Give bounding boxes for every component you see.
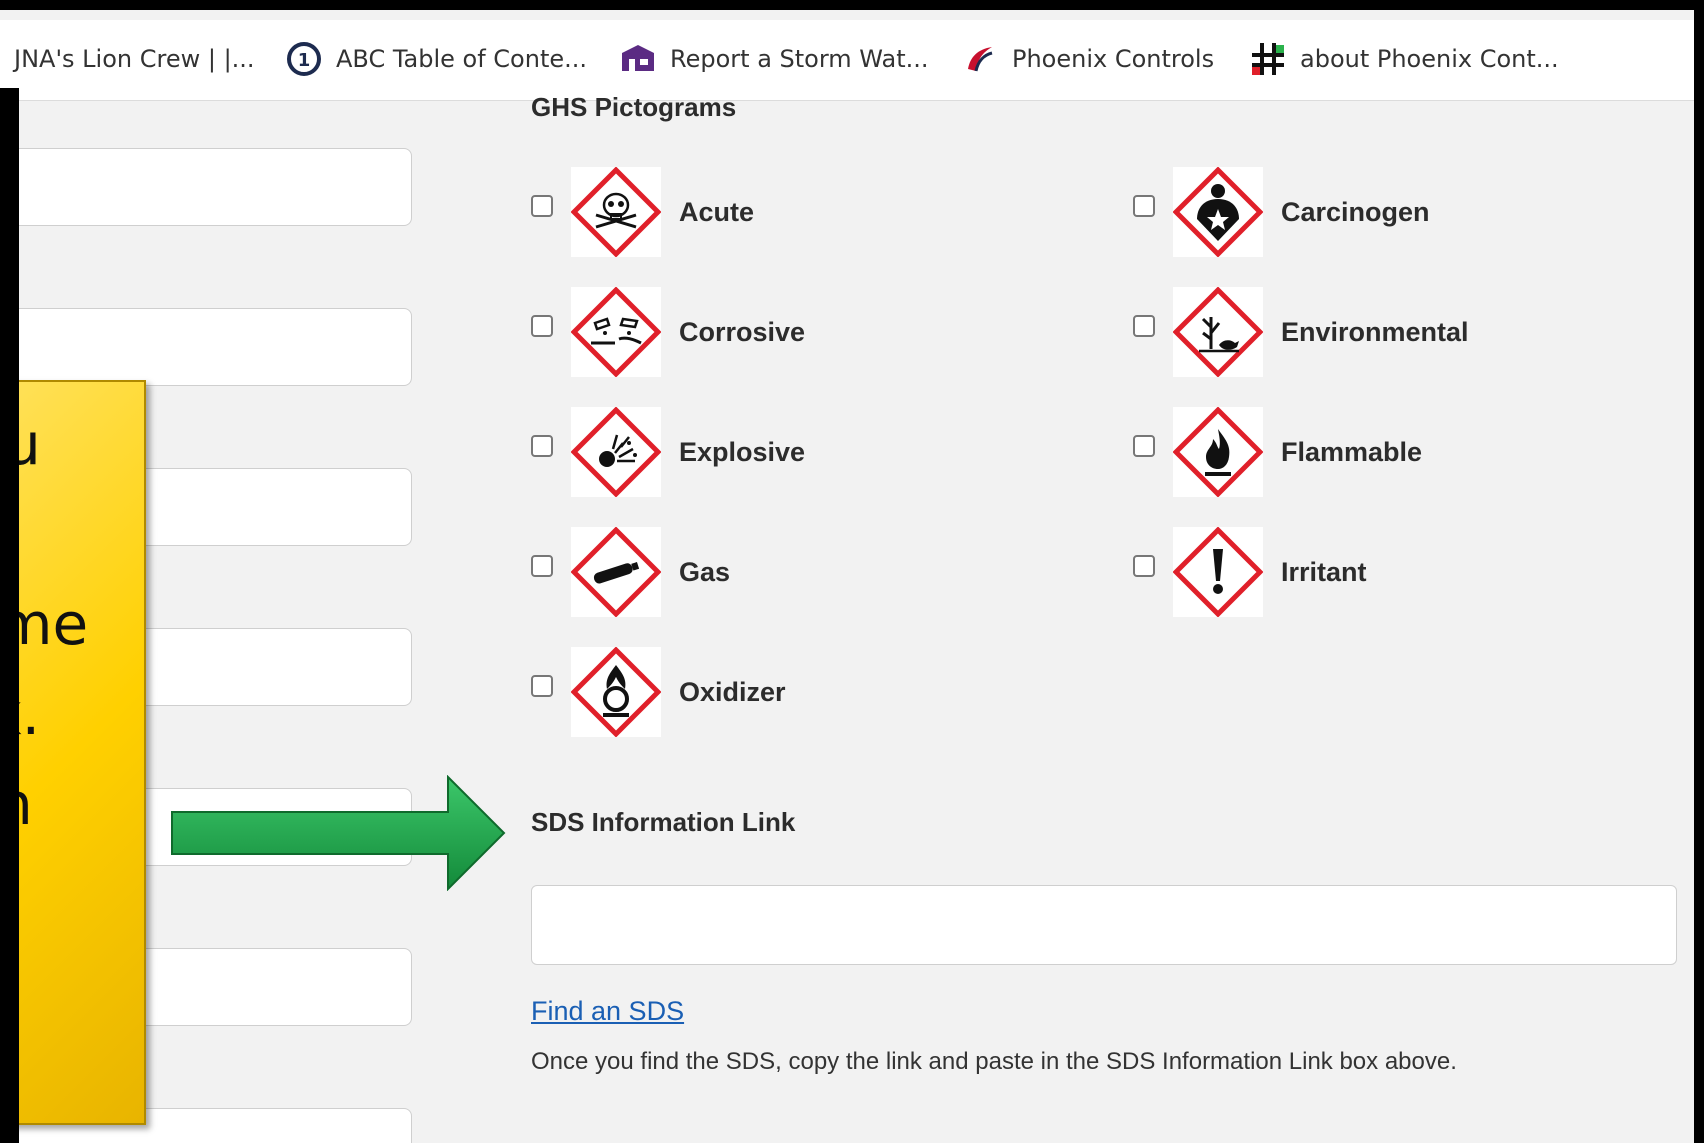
- pictogram-tile: [571, 527, 661, 617]
- bookmark-label: Report a Storm Wat...: [670, 45, 929, 73]
- green-arrow-icon: [171, 775, 506, 891]
- bookmark-lion-crew[interactable]: JNA's Lion Crew | |...: [14, 42, 255, 76]
- pictogram-tile: [571, 407, 661, 497]
- skull-crossbones-icon: [571, 167, 661, 257]
- pictogram-tile: [1173, 527, 1263, 617]
- sds-link-input[interactable]: [531, 885, 1677, 965]
- form-field-1[interactable]: [0, 148, 412, 226]
- exploding-bomb-icon: [571, 407, 661, 497]
- flame-over-circle-icon: [571, 647, 661, 737]
- building-icon: [620, 41, 656, 77]
- explosive-checkbox[interactable]: [531, 435, 553, 457]
- pictogram-label: Environmental: [1281, 316, 1469, 347]
- svg-text:1: 1: [298, 50, 311, 71]
- irritant-checkbox[interactable]: [1133, 555, 1155, 577]
- bookmarks-bar: JNA's Lion Crew | |... 1 ABC Table of Co…: [0, 20, 1694, 101]
- gas-cylinder-icon: [571, 527, 661, 617]
- bookmark-report-storm[interactable]: Report a Storm Wat...: [620, 42, 929, 76]
- bookmark-label: ABC Table of Conte...: [336, 45, 588, 73]
- pictogram-tile: [1173, 167, 1263, 257]
- pictogram-option-gas[interactable]: Gas: [531, 527, 730, 617]
- pictogram-option-flammable[interactable]: Flammable: [1133, 407, 1422, 497]
- grid-logo-icon: [1250, 41, 1286, 77]
- pictogram-option-carcinogen[interactable]: Carcinogen: [1133, 167, 1430, 257]
- pictogram-label: Explosive: [679, 436, 806, 467]
- pictogram-tile: [571, 167, 661, 257]
- find-sds-link[interactable]: Find an SDS: [531, 996, 684, 1027]
- form-field-2[interactable]: [0, 308, 412, 386]
- instruction-callout: u me k. n: [0, 380, 146, 1125]
- carcinogen-checkbox[interactable]: [1133, 195, 1155, 217]
- exclamation-mark-icon: [1173, 527, 1263, 617]
- pictogram-label: Acute: [679, 196, 755, 227]
- pictogram-label: Corrosive: [679, 316, 806, 347]
- pictogram-tile: [1173, 407, 1263, 497]
- corrosion-icon: [571, 287, 661, 377]
- bookmark-about-phoenix[interactable]: about Phoenix Cont...: [1250, 42, 1559, 76]
- pictogram-label: Oxidizer: [679, 676, 786, 707]
- pictogram-tile: [1173, 287, 1263, 377]
- bookmark-abc-table[interactable]: 1 ABC Table of Conte...: [286, 42, 587, 76]
- pictogram-tile: [571, 647, 661, 737]
- pictogram-option-environmental[interactable]: Environmental: [1133, 287, 1469, 377]
- oxidizer-checkbox[interactable]: [531, 675, 553, 697]
- environment-icon: [1173, 287, 1263, 377]
- circle-one-icon: 1: [286, 41, 322, 77]
- pictogram-option-corrosive[interactable]: Corrosive: [531, 287, 805, 377]
- pictogram-label: Carcinogen: [1281, 196, 1430, 227]
- bookmark-phoenix-controls[interactable]: Phoenix Controls: [962, 42, 1214, 76]
- sds-help-text: Once you find the SDS, copy the link and…: [531, 1048, 1457, 1075]
- pictogram-option-oxidizer[interactable]: Oxidizer: [531, 647, 786, 737]
- flame-icon: [1173, 407, 1263, 497]
- pictogram-option-irritant[interactable]: Irritant: [1133, 527, 1367, 617]
- pictogram-option-acute[interactable]: Acute: [531, 167, 754, 257]
- bookmark-label: Phoenix Controls: [1012, 45, 1215, 73]
- gas-checkbox[interactable]: [531, 555, 553, 577]
- health-hazard-icon: [1173, 167, 1263, 257]
- pictogram-option-explosive[interactable]: Explosive: [531, 407, 805, 497]
- sds-section-title: SDS Information Link: [531, 807, 796, 837]
- environmental-checkbox[interactable]: [1133, 315, 1155, 337]
- flammable-checkbox[interactable]: [1133, 435, 1155, 457]
- bookmark-label: about Phoenix Cont...: [1300, 45, 1559, 73]
- pictogram-label: Gas: [679, 556, 731, 587]
- pictogram-tile: [571, 287, 661, 377]
- pictogram-label: Irritant: [1281, 556, 1367, 587]
- ghs-section-title: GHS Pictograms: [531, 92, 737, 122]
- pictogram-label: Flammable: [1281, 436, 1423, 467]
- bookmark-label: JNA's Lion Crew | |...: [14, 45, 255, 73]
- phoenix-logo-icon: [962, 41, 998, 77]
- left-frame-bar: [0, 88, 19, 1143]
- screenshot-frame: JNA's Lion Crew | |... 1 ABC Table of Co…: [0, 0, 1704, 1143]
- acute-checkbox[interactable]: [531, 195, 553, 217]
- corrosive-checkbox[interactable]: [531, 315, 553, 337]
